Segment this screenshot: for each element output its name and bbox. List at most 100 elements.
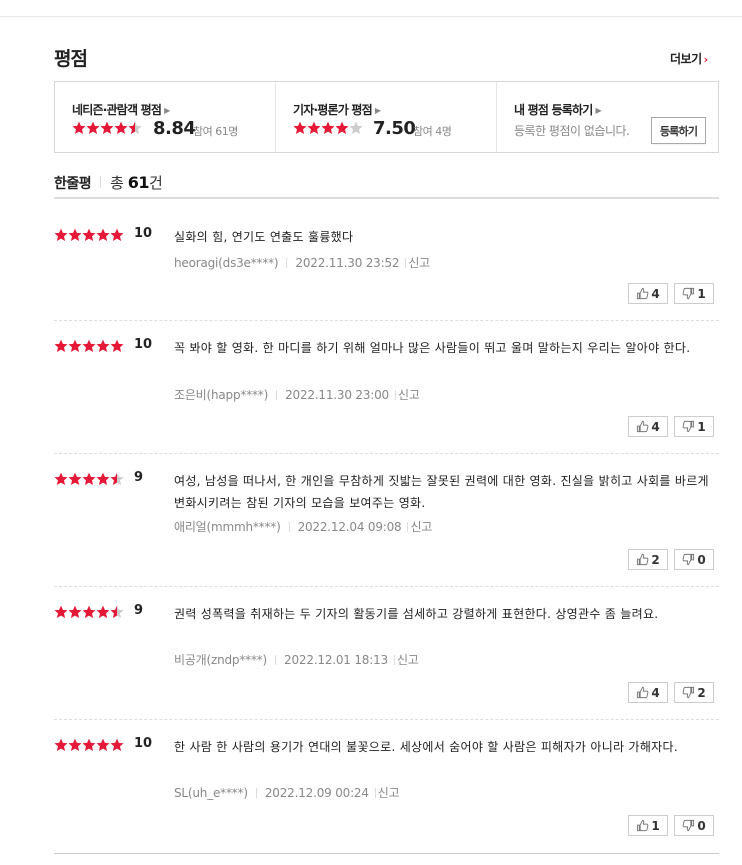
review-meta: 애리얼(mmmh****) 2022.12.04 09:08 신고 xyxy=(174,518,432,535)
thumbs-up-icon xyxy=(636,553,651,566)
review-text: 권력 성폭력을 취재하는 두 기자의 활동기를 섬세하고 강렬하게 표현한다. … xyxy=(174,607,659,621)
register-score-label: 내 평점 등록하기 xyxy=(514,103,593,117)
vote-buttons: 2 0 xyxy=(628,549,714,570)
dislike-count: 0 xyxy=(697,818,706,833)
dislike-count: 0 xyxy=(697,552,706,567)
review-score: 9 xyxy=(134,470,144,485)
review-author[interactable]: 비공개(zndp****) xyxy=(174,651,267,668)
star-icon xyxy=(68,339,82,353)
dislike-button[interactable]: 1 xyxy=(674,283,714,304)
report-link[interactable]: 신고 xyxy=(378,784,400,801)
review-date: 2022.11.30 23:00 xyxy=(285,387,389,402)
critic-participant-count: 참여 4명 xyxy=(413,125,452,138)
star-icon xyxy=(68,228,82,242)
review-author[interactable]: 조은비(happ****) xyxy=(174,386,268,403)
review-date: 2022.12.04 09:08 xyxy=(297,519,402,534)
report-link[interactable]: 신고 xyxy=(397,651,419,668)
like-button[interactable]: 4 xyxy=(628,416,668,437)
star-icon xyxy=(128,121,142,135)
netizen-score: 네티즌·관람객 평점 ▶ 8.84 참여 61명 xyxy=(55,82,276,152)
star-icon xyxy=(96,472,110,486)
report-link[interactable]: 신고 xyxy=(410,518,432,535)
dislike-button[interactable]: 0 xyxy=(674,549,714,570)
star-icon xyxy=(349,121,363,135)
star-icon xyxy=(110,472,124,486)
report-link[interactable]: 신고 xyxy=(408,254,430,271)
star-icon xyxy=(321,121,335,135)
review-separator xyxy=(54,453,719,454)
star-icon xyxy=(54,605,68,619)
thumbs-down-icon xyxy=(682,287,697,300)
divider xyxy=(407,521,409,532)
review-summary: 한줄평 총 61건 xyxy=(54,172,163,193)
like-button[interactable]: 4 xyxy=(628,682,668,703)
star-icon xyxy=(82,472,96,486)
star-icon xyxy=(72,121,86,135)
top-bar xyxy=(0,0,742,17)
review-meta: SL(uh_e****) 2022.12.09 00:24 신고 xyxy=(174,784,400,801)
dislike-button[interactable]: 2 xyxy=(674,682,714,703)
dislike-count: 1 xyxy=(697,286,706,301)
like-button[interactable]: 1 xyxy=(628,815,668,836)
thumbs-up-icon xyxy=(636,686,651,699)
total-prefix: 총 xyxy=(110,174,124,192)
review-meta: 비공개(zndp****) 2022.12.01 18:13 신고 xyxy=(174,651,419,668)
star-icon xyxy=(307,121,321,135)
critic-star-rating xyxy=(293,121,363,135)
divider xyxy=(275,654,277,665)
thumbs-down-icon xyxy=(682,819,697,832)
thumbs-up-icon xyxy=(636,819,651,832)
review-separator xyxy=(54,719,719,720)
netizen-score-link[interactable]: 네티즌·관람객 평점 ▶ xyxy=(72,101,170,118)
review-score: 10 xyxy=(134,226,153,241)
dislike-button[interactable]: 1 xyxy=(674,416,714,437)
divider xyxy=(255,787,257,798)
triangle-right-icon: ▶ xyxy=(374,106,381,115)
like-count: 4 xyxy=(651,685,660,700)
review-score: 10 xyxy=(134,736,153,751)
review-date: 2022.12.01 18:13 xyxy=(284,652,388,667)
review-star-rating xyxy=(54,472,124,486)
star-icon xyxy=(54,228,68,242)
dislike-button[interactable]: 0 xyxy=(674,815,714,836)
review-separator xyxy=(54,320,719,321)
star-icon xyxy=(82,228,96,242)
thumbs-down-icon xyxy=(682,686,697,699)
my-score: 내 평점 등록하기 ▶ 등록한 평점이 없습니다. 등록하기 xyxy=(497,82,718,152)
like-button[interactable]: 4 xyxy=(628,283,668,304)
review-separator xyxy=(54,586,719,587)
dislike-count: 2 xyxy=(697,685,706,700)
register-score-link[interactable]: 내 평점 등록하기 ▶ xyxy=(514,101,602,118)
more-link[interactable]: 더보기 › xyxy=(670,50,708,67)
vote-buttons: 4 2 xyxy=(628,682,714,703)
total-count: 61 xyxy=(127,173,150,192)
netizen-star-rating xyxy=(72,121,142,135)
star-icon xyxy=(82,339,96,353)
review-text: 실화의 힘, 연기도 연출도 훌륭했다 xyxy=(174,230,354,244)
star-icon xyxy=(68,605,82,619)
star-icon xyxy=(110,339,124,353)
review-author[interactable]: 애리얼(mmmh****) xyxy=(174,518,281,535)
critic-score-value: 7.50 xyxy=(373,118,416,139)
thumbs-down-icon xyxy=(682,553,697,566)
review-text: 여성, 남성을 떠나서, 한 개인을 무참하게 짓밟는 잘못된 권력에 대한 영… xyxy=(174,474,709,510)
triangle-right-icon: ▶ xyxy=(164,106,170,115)
critic-score-link[interactable]: 기자·평론가 평점 ▶ xyxy=(293,101,381,118)
register-button[interactable]: 등록하기 xyxy=(651,117,706,144)
like-count: 2 xyxy=(651,552,660,567)
star-icon xyxy=(96,339,110,353)
chevron-right-icon: › xyxy=(703,53,709,66)
like-button[interactable]: 2 xyxy=(628,549,668,570)
star-icon xyxy=(110,228,124,242)
report-link[interactable]: 신고 xyxy=(398,386,420,403)
star-icon xyxy=(100,121,114,135)
critic-score-label: 기자·평론가 평점 xyxy=(293,103,373,117)
score-summary-box: 네티즌·관람객 평점 ▶ 8.84 참여 61명 기자·평론가 평점 ▶ 7.50 … xyxy=(54,81,719,153)
star-icon xyxy=(82,605,96,619)
review-author[interactable]: heoragi(ds3e****) xyxy=(174,256,279,270)
like-count: 4 xyxy=(651,419,660,434)
star-icon xyxy=(293,121,307,135)
list-bottom-divider xyxy=(54,853,719,854)
review-author[interactable]: SL(uh_e****) xyxy=(174,786,248,800)
star-icon xyxy=(96,228,110,242)
